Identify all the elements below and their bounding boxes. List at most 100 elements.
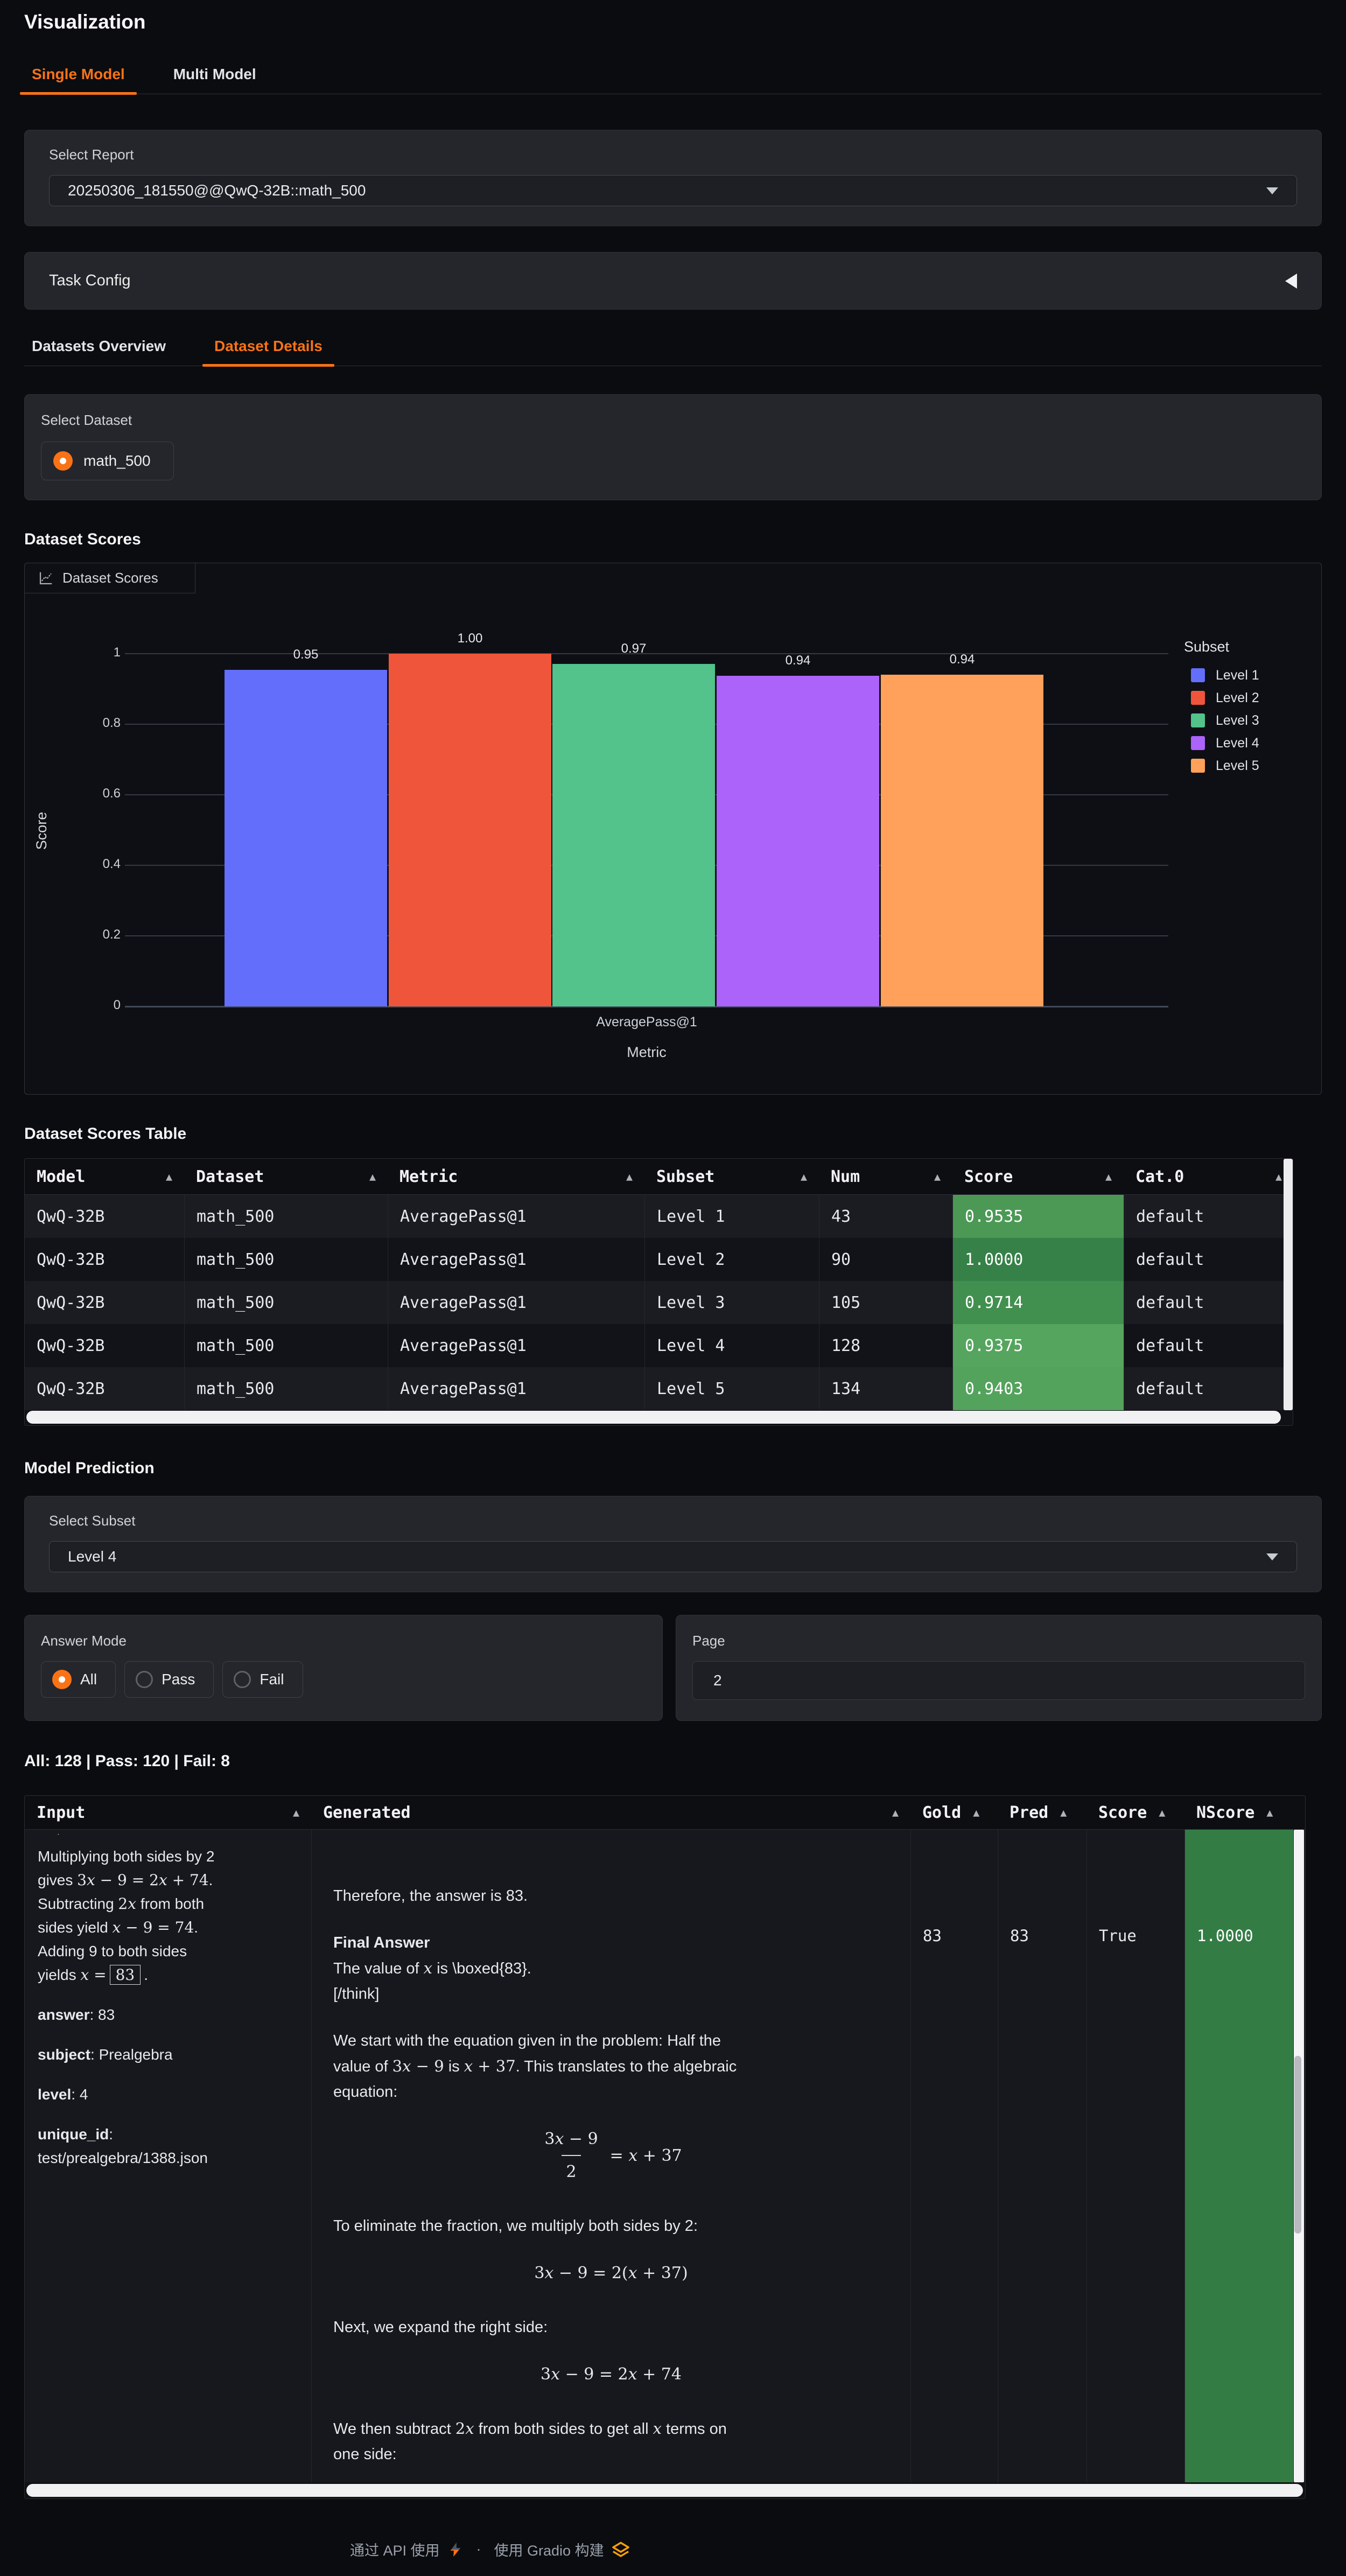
scores-col-header-cat-0[interactable]: Cat.0▲ [1124,1159,1293,1194]
footer-gradio-link[interactable]: 使用 Gradio 构建 [494,2539,630,2560]
y-tick-label: 1 [45,645,121,660]
legend-swatch-icon [1191,668,1205,682]
report-dropdown[interactable]: 20250306_181550@@QwQ-32B::math_500 [49,175,1297,206]
pred-cell-nscore: 1.0000 [1184,1830,1293,2482]
table-row: QwQ-32Bmath_500AveragePass@1Level 41280.… [25,1324,1293,1367]
table-cell: QwQ-32B [25,1324,184,1367]
scores-col-header-score[interactable]: Score▲ [952,1159,1124,1194]
page-title: Visualization [24,11,1322,33]
bar-value-label: 0.97 [552,641,715,656]
y-tick-label: 0.4 [45,857,121,872]
chart-legend: Subset Level 1Level 2Level 3Level 4Level… [1184,639,1259,777]
table-cell: AveragePass@1 [388,1324,644,1367]
answer-mode-panel: Answer Mode AllPassFail [24,1615,663,1721]
scores-table-heading: Dataset Scores Table [24,1125,1322,1143]
tab-single-model[interactable]: Single Model [26,60,130,94]
table-cell: AveragePass@1 [388,1367,644,1410]
legend-item-level-4[interactable]: Level 4 [1191,732,1259,754]
sort-asc-icon: ▲ [1275,1170,1282,1183]
legend-swatch-icon [1191,759,1205,773]
scores-col-header-model[interactable]: Model▲ [25,1159,184,1194]
table-cell: 134 [819,1367,952,1410]
table-cell: math_500 [184,1367,388,1410]
table-cell: 43 [819,1195,952,1238]
scores-col-header-metric[interactable]: Metric▲ [388,1159,644,1194]
table-cell: Level 5 [644,1367,819,1410]
prediction-table-horizontal-scrollbar[interactable] [26,2484,1303,2497]
legend-item-level-3[interactable]: Level 3 [1191,709,1259,732]
y-tick-label: 0.6 [45,786,121,801]
pred-cell-score: True [1086,1830,1184,2482]
table-cell: QwQ-32B [25,1281,184,1324]
bar-value-label: 0.94 [717,653,879,668]
table-row: QwQ-32Bmath_500AveragePass@1Level 1430.9… [25,1195,1293,1238]
tab-dataset-details[interactable]: Dataset Details [209,332,328,366]
radio-selected-icon [52,1670,72,1689]
prediction-table-row: 2(x + 37)Multiplying both sides by 2give… [25,1830,1305,2482]
legend-item-level-1[interactable]: Level 1 [1191,664,1259,687]
scrollbar-thumb[interactable] [1294,2056,1301,2234]
task-config-label: Task Config [49,272,131,290]
pred-col-header-input[interactable]: Input▲ [25,1796,311,1829]
tab-multi-model[interactable]: Multi Model [168,60,262,94]
page-input-box [692,1661,1305,1700]
scores-table-vertical-scrollbar[interactable] [1284,1159,1293,1410]
dataset-radio-label: math_500 [83,452,151,470]
x-tick-label: AveragePass@1 [125,1014,1168,1030]
scores-table-horizontal-scrollbar[interactable] [26,1411,1281,1424]
pred-col-header-pred[interactable]: Pred▲ [998,1796,1086,1829]
page-label: Page [692,1633,1305,1649]
bar-level-2 [389,654,551,1006]
pred-col-header-generated[interactable]: Generated▲ [311,1796,910,1829]
chevron-down-icon [1266,1553,1278,1560]
dataset-scores-chart-panel: Dataset Scores Score AveragePass@1 Metri… [24,563,1322,1095]
answer-mode-option-fail[interactable]: Fail [222,1661,303,1698]
answer-mode-option-pass[interactable]: Pass [124,1661,214,1698]
select-dataset-panel: Select Dataset math_500 [24,394,1322,500]
pred-col-header-score[interactable]: Score▲ [1086,1796,1184,1829]
table-cell: Level 2 [644,1238,819,1281]
lightning-bolt-icon [447,2542,464,2558]
radio-unselected-icon [234,1671,251,1688]
pred-col-header-gold[interactable]: Gold▲ [910,1796,998,1829]
dataset-scores-heading: Dataset Scores [24,530,1322,549]
subset-dropdown[interactable]: Level 4 [49,1541,1297,1572]
pred-col-header-nscore[interactable]: NScore▲ [1184,1796,1293,1829]
chart-plot: Score AveragePass@1 Metric 10.80.60.40.2… [25,563,1321,1094]
y-tick-label: 0.8 [45,716,121,731]
bar-level-4 [717,676,879,1006]
prediction-table-vertical-scrollbar[interactable] [1294,1830,1304,2482]
y-tick-label: 0 [45,998,121,1013]
page-input[interactable] [713,1672,1284,1689]
table-row: QwQ-32Bmath_500AveragePass@1Level 31050.… [25,1281,1293,1324]
select-report-label: Select Report [49,146,1297,163]
footer: 通过 API 使用 · 使用 Gradio 构建 [24,2539,1322,2560]
legend-item-level-5[interactable]: Level 5 [1191,754,1259,777]
table-cell: default [1124,1238,1293,1281]
dataset-scores-table: Model▲Dataset▲Metric▲Subset▲Num▲Score▲Ca… [24,1158,1293,1426]
sort-asc-icon: ▲ [626,1170,633,1183]
chevron-left-icon [1285,274,1297,289]
answer-mode-label: Answer Mode [41,1633,646,1649]
bar-value-label: 0.95 [225,647,387,662]
table-cell: default [1124,1367,1293,1410]
scores-col-header-dataset[interactable]: Dataset▲ [184,1159,388,1194]
sort-asc-icon: ▲ [1060,1806,1067,1819]
table-cell: AveragePass@1 [388,1281,644,1324]
table-cell: 0.9714 [952,1281,1124,1324]
answer-mode-option-all[interactable]: All [41,1661,116,1698]
scores-col-header-subset[interactable]: Subset▲ [644,1159,819,1194]
dataset-radio-math-500[interactable]: math_500 [41,442,174,480]
table-cell: math_500 [184,1324,388,1367]
task-config-accordion[interactable]: Task Config [24,252,1322,310]
bar-level-1 [225,670,387,1006]
stats-heading: All: 128 | Pass: 120 | Fail: 8 [24,1752,1322,1770]
legend-item-level-2[interactable]: Level 2 [1191,687,1259,709]
footer-api-link[interactable]: 通过 API 使用 [350,2539,464,2560]
pred-cell-gold: 83 [910,1830,998,2482]
table-cell: 0.9375 [952,1324,1124,1367]
tab-datasets-overview[interactable]: Datasets Overview [26,332,171,366]
table-cell: 128 [819,1324,952,1367]
scores-col-header-num[interactable]: Num▲ [819,1159,952,1194]
table-cell: Level 3 [644,1281,819,1324]
